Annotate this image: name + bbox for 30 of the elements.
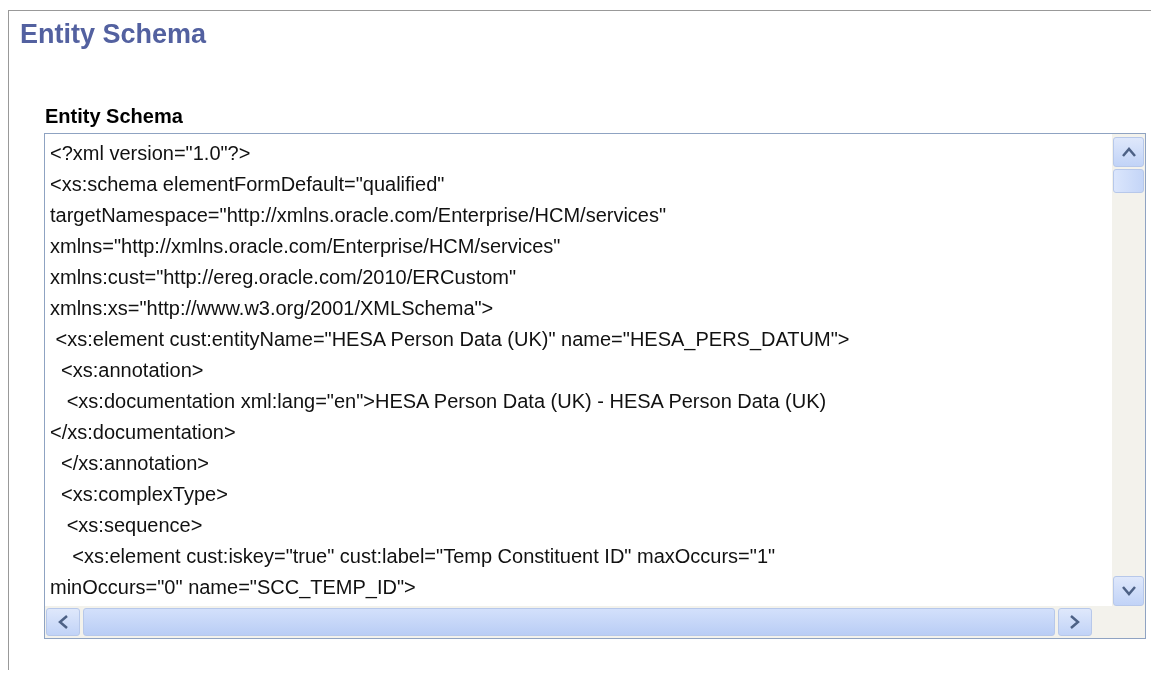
vertical-scrollbar[interactable] xyxy=(1112,134,1145,606)
code-line: <?xml version="1.0"?> xyxy=(50,141,252,166)
chevron-left-icon xyxy=(57,613,69,631)
horizontal-scrollbar[interactable] xyxy=(45,606,1145,638)
code-line: xmlns:xs="http://www.w3.org/2001/XMLSchema"> xyxy=(50,296,495,321)
page-title: Entity Schema xyxy=(20,18,208,51)
code-line: <xs:annotation> xyxy=(60,358,205,383)
scroll-left-button[interactable] xyxy=(46,608,80,636)
code-line: <xs:complexType> xyxy=(60,482,229,507)
code-line: </xs:documentation> xyxy=(50,420,237,445)
code-line: </xs:annotation> xyxy=(60,451,210,476)
code-line: <xs:element cust:entityName="HESA Person Data (UK)" name="HESA_PERS_DATUM"> xyxy=(54,327,851,353)
code-line: <xs:documentation xml:lang="en">HESA Person Data (UK) - HESA Person Data (UK) xyxy=(65,389,828,414)
scroll-down-button[interactable] xyxy=(1113,576,1144,606)
code-line: xmlns="http://xmlns.oracle.com/Enterprise/HCM/services" xyxy=(50,234,562,259)
schema-text-area[interactable] xyxy=(44,133,1146,639)
code-line: targetNamespace="http://xmlns.oracle.com/Enterprise/HCM/services" xyxy=(50,203,668,228)
scroll-right-button[interactable] xyxy=(1058,608,1092,636)
code-line: xmlns:cust="http://ereg.oracle.com/2010/ERCustom" xyxy=(50,265,518,290)
code-line: <xs:element cust:iskey="true" cust:label="Temp Constituent ID" maxOccurs="1" xyxy=(71,544,777,569)
code-line: <xs:schema elementFormDefault="qualified" xyxy=(50,172,446,197)
scroll-up-button[interactable] xyxy=(1113,137,1144,167)
field-label: Entity Schema xyxy=(45,104,184,129)
chevron-right-icon xyxy=(1069,613,1081,631)
scroll-thumb[interactable] xyxy=(83,608,1055,636)
code-line: minOccurs="0" name="SCC_TEMP_ID"> xyxy=(50,575,417,601)
chevron-down-icon xyxy=(1119,585,1138,597)
chevron-up-icon xyxy=(1119,146,1138,158)
code-line: <xs:sequence> xyxy=(65,513,204,538)
scroll-thumb[interactable] xyxy=(1113,169,1144,193)
